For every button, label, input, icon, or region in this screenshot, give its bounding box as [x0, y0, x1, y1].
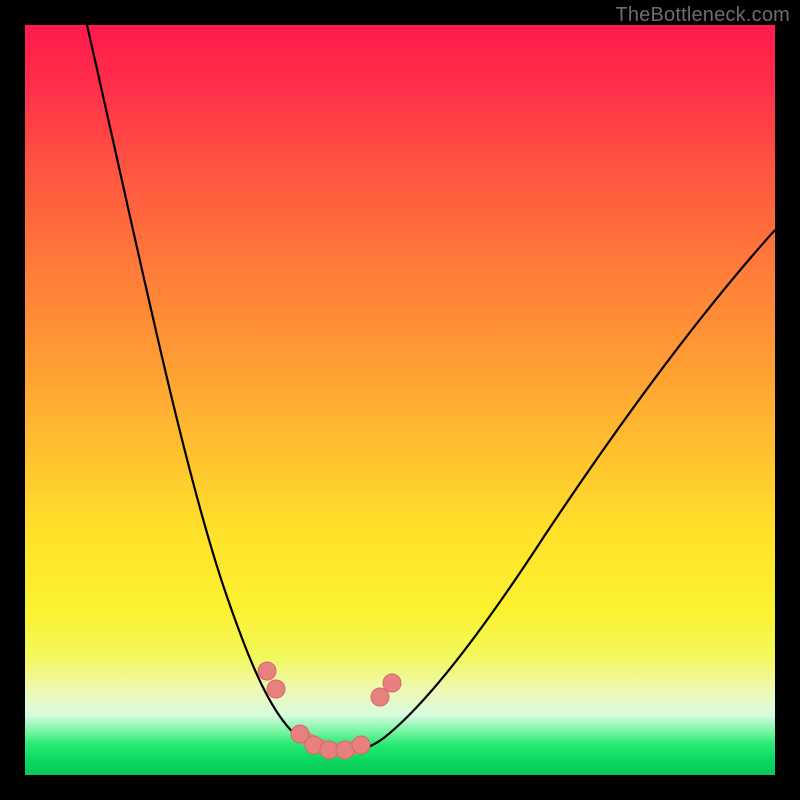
plot-area: [25, 25, 775, 775]
chart-frame: TheBottleneck.com: [0, 0, 800, 800]
marker-dot: [371, 688, 389, 706]
watermark-text: TheBottleneck.com: [615, 4, 790, 27]
curve-right-branch: [341, 230, 775, 752]
marker-dot: [336, 741, 354, 759]
marker-dot: [267, 680, 285, 698]
marker-dot: [352, 736, 370, 754]
curve-left-branch: [87, 25, 341, 752]
marker-dot: [320, 741, 338, 759]
chart-svg: [25, 25, 775, 775]
marker-dot: [383, 674, 401, 692]
marker-dot: [258, 662, 276, 680]
